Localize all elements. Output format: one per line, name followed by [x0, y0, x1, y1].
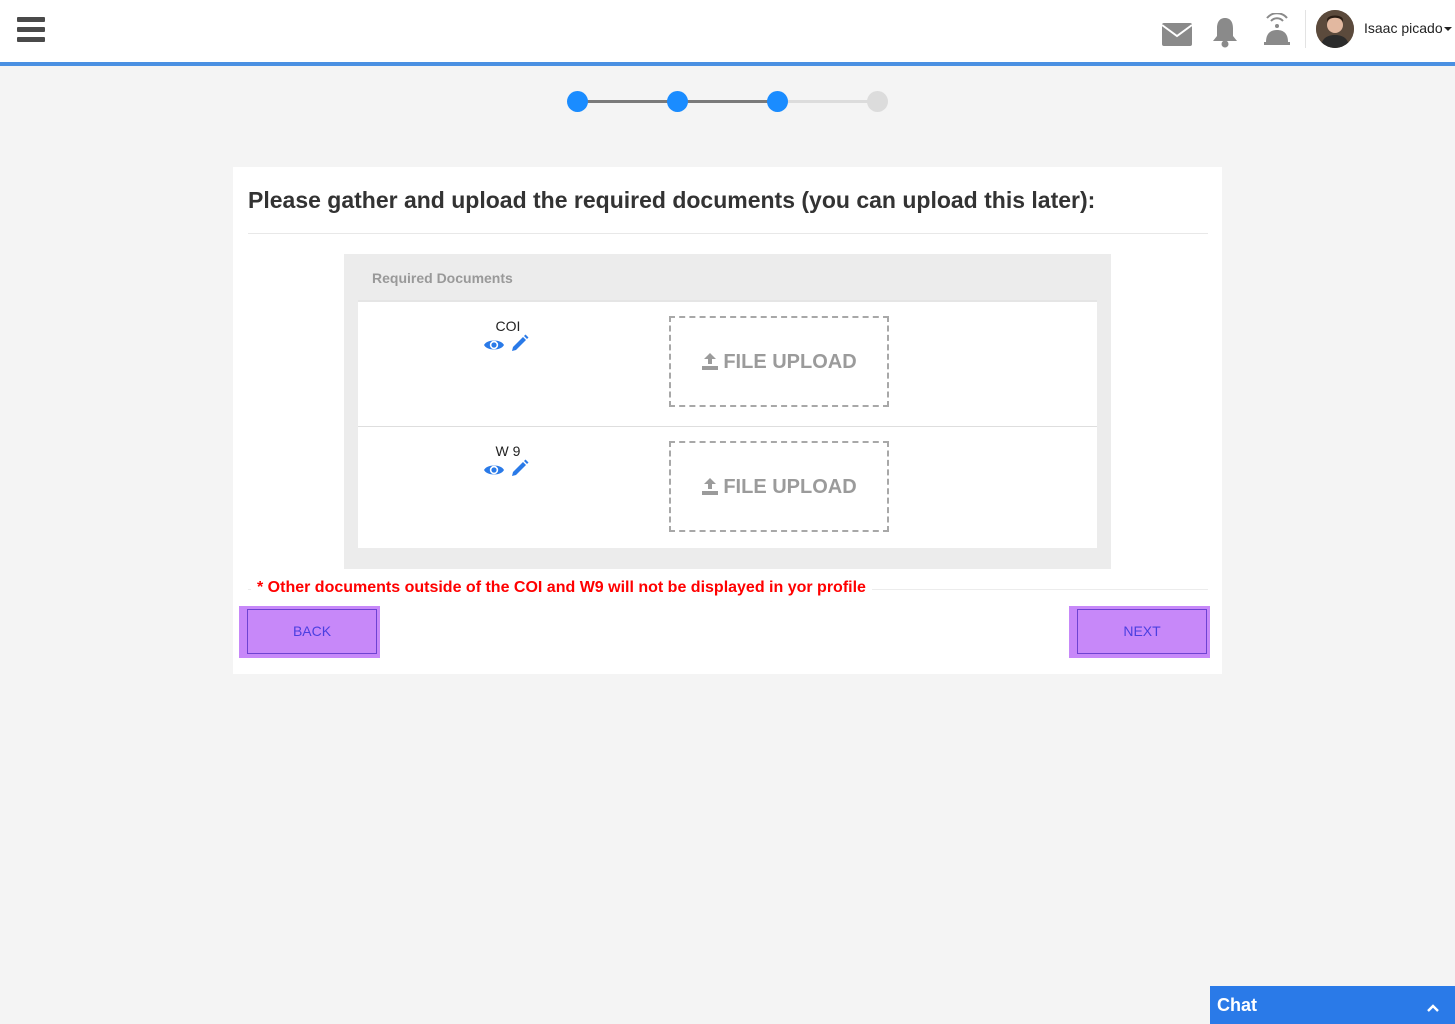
top-navbar: Isaac picado — [0, 0, 1455, 66]
file-upload-coi[interactable]: FILE UPLOAD — [669, 316, 889, 407]
back-button-highlight: BACK — [239, 606, 380, 658]
next-button[interactable]: NEXT — [1077, 609, 1207, 654]
avatar[interactable] — [1316, 10, 1354, 48]
chevron-down-icon — [1443, 27, 1452, 32]
service-bell-icon[interactable] — [1262, 12, 1292, 52]
chat-label: Chat — [1217, 995, 1257, 1015]
bell-icon[interactable] — [1211, 16, 1239, 53]
user-name: Isaac picado — [1364, 20, 1443, 36]
chevron-up-icon[interactable] — [1426, 1000, 1440, 1018]
upload-label: FILE UPLOAD — [671, 351, 887, 374]
documents-list: COI FILE UPLOAD W 9 FILE UPLOAD — [358, 300, 1097, 548]
required-documents-panel: Required Documents COI FILE UPLOAD W 9 F… — [344, 254, 1111, 569]
upload-text: FILE UPLOAD — [723, 351, 857, 373]
upload-icon — [702, 353, 719, 370]
upload-label: FILE UPLOAD — [671, 476, 887, 499]
upload-text: FILE UPLOAD — [723, 476, 857, 498]
document-row-w9: W 9 FILE UPLOAD — [358, 426, 1097, 550]
navbar-divider — [1305, 10, 1306, 48]
step-dot-1 — [567, 91, 588, 112]
pencil-icon[interactable] — [511, 459, 529, 482]
step-connector — [577, 100, 677, 103]
documents-warning-note: * Other documents outside of the COI and… — [251, 579, 872, 597]
step-dot-2 — [667, 91, 688, 112]
eye-icon[interactable] — [483, 462, 505, 483]
step-connector — [777, 100, 877, 103]
hamburger-menu-icon[interactable] — [17, 17, 45, 45]
back-button[interactable]: BACK — [247, 609, 377, 654]
chat-widget[interactable]: Chat — [1210, 986, 1455, 1024]
user-menu[interactable]: Isaac picado — [1364, 20, 1452, 36]
pencil-icon[interactable] — [511, 334, 529, 357]
upload-icon — [702, 478, 719, 495]
panel-title: Required Documents — [372, 270, 513, 286]
document-actions — [483, 459, 533, 483]
next-button-highlight: NEXT — [1069, 606, 1210, 658]
title-divider — [248, 233, 1208, 234]
file-upload-w9[interactable]: FILE UPLOAD — [669, 441, 889, 532]
document-row-coi: COI FILE UPLOAD — [358, 302, 1097, 426]
page-title: Please gather and upload the required do… — [248, 187, 1096, 213]
documents-card: Please gather and upload the required do… — [233, 167, 1222, 674]
progress-stepper — [567, 91, 889, 113]
eye-icon[interactable] — [483, 337, 505, 358]
document-actions — [483, 334, 533, 358]
envelope-icon[interactable] — [1161, 22, 1193, 52]
document-name: COI — [495, 318, 521, 334]
document-name: W 9 — [495, 443, 521, 459]
step-connector — [677, 100, 777, 103]
step-dot-4 — [867, 91, 888, 112]
step-dot-3 — [767, 91, 788, 112]
